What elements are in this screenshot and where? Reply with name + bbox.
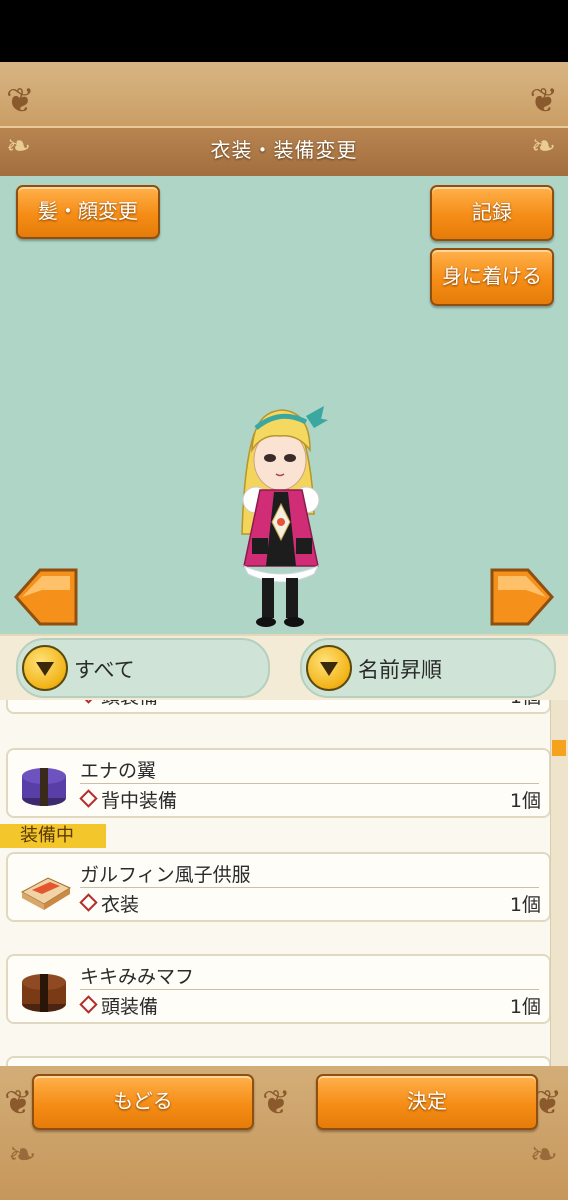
sort-dropdown[interactable]: 名前昇順: [300, 638, 556, 698]
ornament-left-icon: ❦: [4, 1083, 33, 1123]
ornament-bottom-left-icon: ❧: [8, 1135, 37, 1175]
confirm-button[interactable]: 決定: [316, 1074, 538, 1130]
ornament-left-icon: ❦: [6, 81, 35, 121]
footer-bar: ❦ ❦ ❦ ❧ ❧ もどる 決定: [0, 1066, 568, 1200]
character-preview: 髪・顔変更 記録 身に着ける: [0, 176, 568, 634]
item-name: キキみみマフ: [80, 966, 195, 988]
record-button[interactable]: 記録: [430, 185, 554, 241]
ornament-right-icon: ❦: [529, 81, 559, 121]
hair-face-change-button[interactable]: 髪・顔変更: [16, 185, 160, 239]
item-list: 頭装備 1個 エナの翼 背中装備 1個 装備中 ガルフィン風子供服 衣装 1個: [0, 700, 568, 1066]
clothes-box-icon: [20, 877, 72, 910]
dropdown-toggle-icon: [306, 645, 352, 691]
list-item[interactable]: エナの翼 背中装備 1個: [6, 748, 551, 818]
dropdown-toggle-icon: [22, 645, 68, 691]
status-bar: [0, 0, 568, 62]
item-count: 1個: [509, 894, 541, 916]
item-category: 頭装備: [101, 996, 159, 1018]
item-name: ガルフィン風子供服: [80, 864, 251, 886]
category-filter-label: すべて: [74, 658, 135, 682]
next-arrow-icon[interactable]: [490, 568, 554, 626]
wrapped-box-icon: [22, 768, 66, 806]
item-category: 頭装備: [101, 700, 158, 708]
character-avatar: [241, 406, 328, 627]
equipped-tag: 装備中: [0, 824, 106, 848]
scrollbar-thumb[interactable]: [552, 740, 566, 756]
sort-label: 名前昇順: [358, 658, 442, 682]
round-box-icon: [22, 974, 66, 1012]
ornament-bottom-right-icon: ❧: [529, 1135, 559, 1175]
list-item[interactable]: [6, 1056, 551, 1066]
wear-button[interactable]: 身に着ける: [430, 248, 554, 306]
item-category: 背中装備: [101, 790, 178, 812]
back-button[interactable]: もどる: [32, 1074, 254, 1130]
list-item[interactable]: キキみみマフ 頭装備 1個: [6, 954, 551, 1024]
item-count: 1個: [509, 996, 541, 1018]
page-title: 衣装・装備変更: [210, 138, 358, 162]
item-category: 衣装: [101, 894, 140, 916]
list-item[interactable]: ガルフィン風子供服 衣装 1個: [6, 852, 551, 922]
list-item[interactable]: 頭装備 1個: [6, 700, 551, 714]
item-count: 1個: [509, 790, 541, 812]
item-name: エナの翼: [80, 760, 157, 782]
category-filter-dropdown[interactable]: すべて: [16, 638, 270, 698]
ornament-center-icon: ❦: [262, 1083, 291, 1123]
item-count: 1個: [510, 700, 541, 709]
previous-arrow-icon[interactable]: [14, 568, 78, 626]
